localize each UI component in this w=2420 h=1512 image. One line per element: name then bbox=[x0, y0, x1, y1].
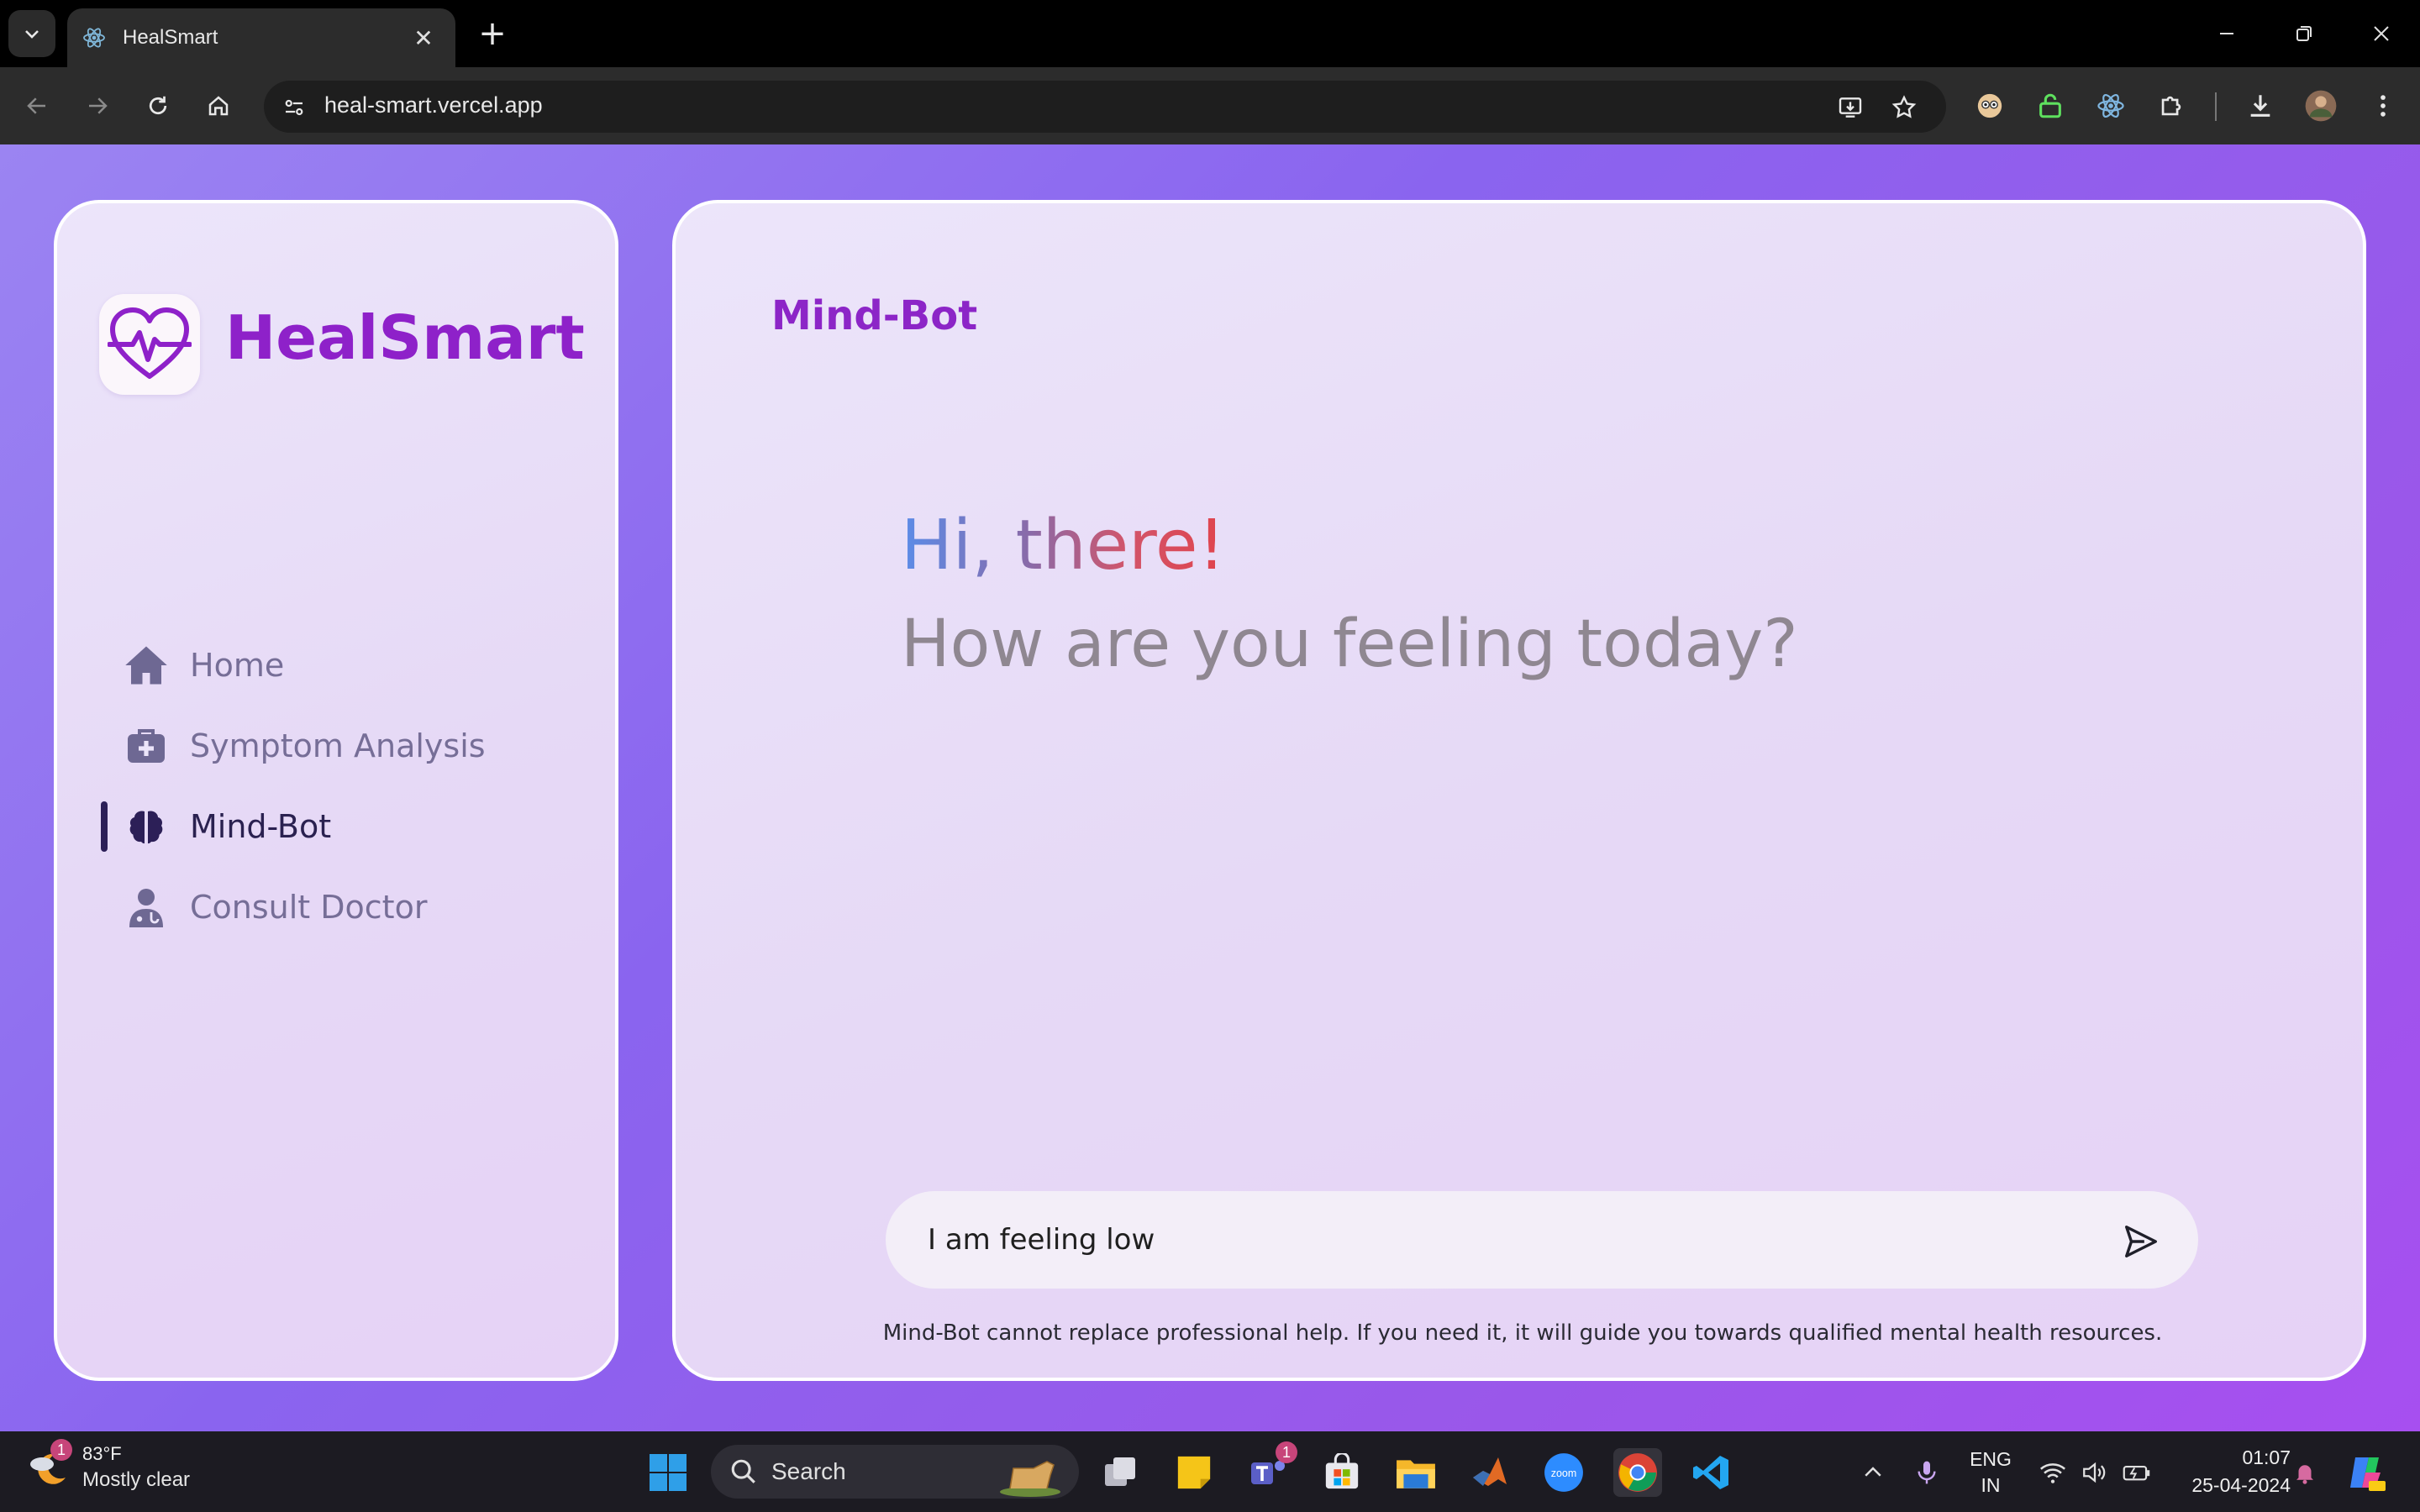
browser-tab-bar: HealSmart ✕ + bbox=[0, 0, 2420, 67]
home-button[interactable] bbox=[198, 86, 239, 126]
active-indicator bbox=[101, 801, 108, 852]
microphone-icon[interactable] bbox=[1902, 1448, 1951, 1497]
weather-widget[interactable]: 1 83°F Mostly clear bbox=[25, 1439, 191, 1492]
reload-icon bbox=[149, 96, 167, 115]
clock[interactable]: 01:07 25-04-2024 bbox=[2165, 1446, 2291, 1497]
arrow-right-icon bbox=[89, 97, 108, 114]
language-line2: IN bbox=[1981, 1474, 2001, 1496]
arrow-left-icon bbox=[27, 97, 45, 114]
page-title: Mind-Bot bbox=[771, 292, 978, 339]
medkit-icon bbox=[123, 722, 170, 769]
teams-badge: 1 bbox=[1276, 1441, 1297, 1463]
clock-date: 25-04-2024 bbox=[2191, 1474, 2291, 1496]
restore-icon bbox=[2296, 26, 2312, 41]
sidebar: HealSmart Home Symptom Analysis Mind-Bot bbox=[54, 200, 618, 1381]
notification-bell-icon[interactable] bbox=[2281, 1448, 2329, 1497]
battery-icon[interactable] bbox=[2112, 1448, 2161, 1497]
show-hidden-icons-icon[interactable] bbox=[1849, 1448, 1897, 1497]
zoom-icon[interactable]: zoom bbox=[1539, 1448, 1588, 1497]
taskbar: 1 83°F Mostly clear Search 1 zoom ENG IN… bbox=[0, 1431, 2420, 1512]
url-text[interactable]: heal-smart.vercel.app bbox=[324, 92, 543, 118]
bookmark-star-icon[interactable] bbox=[1887, 91, 1921, 124]
dog-illustration-icon bbox=[1000, 1461, 1060, 1497]
nav-item-home[interactable]: Home bbox=[101, 633, 571, 697]
nav-label: Symptom Analysis bbox=[190, 727, 486, 764]
tab-search-button[interactable] bbox=[8, 10, 55, 57]
matlab-icon[interactable] bbox=[1465, 1448, 1514, 1497]
weather-condition: Mostly clear bbox=[82, 1468, 191, 1491]
minimize-icon bbox=[2220, 33, 2233, 34]
nav-label: Mind-Bot bbox=[190, 808, 332, 845]
logo[interactable] bbox=[99, 294, 200, 395]
language-indicator[interactable]: ENG IN bbox=[1961, 1448, 2020, 1497]
teams-icon[interactable]: 1 bbox=[1244, 1441, 1297, 1497]
send-icon bbox=[2125, 1226, 2157, 1257]
windows-logo-icon bbox=[650, 1454, 687, 1491]
chat-panel: Mind-Bot Hi, there! How are you feeling … bbox=[672, 200, 2366, 1381]
weather-temp: 83°F bbox=[82, 1443, 122, 1464]
brand-name: HealSmart bbox=[225, 302, 585, 373]
weather-icon: 1 bbox=[25, 1439, 72, 1491]
extension-react-devtools-icon[interactable] bbox=[2092, 87, 2129, 124]
tab-close-icon[interactable]: ✕ bbox=[407, 24, 440, 52]
site-settings-icon[interactable] bbox=[277, 91, 311, 124]
forward-button[interactable] bbox=[77, 86, 118, 126]
extension-lock-icon[interactable] bbox=[2032, 87, 2069, 124]
close-window-button[interactable] bbox=[2343, 0, 2420, 67]
start-button[interactable] bbox=[644, 1448, 692, 1497]
sticky-notes-icon[interactable] bbox=[1170, 1448, 1218, 1497]
search-icon bbox=[731, 1459, 755, 1483]
nav-label: Consult Doctor bbox=[190, 889, 428, 926]
toolbar-divider bbox=[2215, 92, 2217, 121]
file-explorer-icon[interactable] bbox=[1392, 1448, 1440, 1497]
reload-button[interactable] bbox=[138, 86, 178, 126]
minimize-button[interactable] bbox=[2188, 0, 2265, 67]
nav-item-mind-bot[interactable]: Mind-Bot bbox=[101, 795, 571, 858]
close-icon bbox=[2374, 26, 2389, 41]
chevron-down-icon bbox=[25, 30, 39, 39]
extensions-puzzle-icon[interactable] bbox=[2153, 87, 2190, 124]
task-view-icon[interactable] bbox=[1096, 1448, 1144, 1497]
address-bar[interactable]: heal-smart.vercel.app bbox=[264, 81, 1946, 133]
brain-icon bbox=[123, 803, 170, 850]
disclaimer-text: Mind-Bot cannot replace professional hel… bbox=[882, 1320, 2163, 1346]
react-favicon-icon bbox=[83, 28, 105, 48]
browser-tab[interactable]: HealSmart ✕ bbox=[67, 8, 455, 67]
heartbeat-icon bbox=[108, 307, 192, 379]
profile-avatar[interactable] bbox=[2302, 87, 2339, 124]
extension-owl-icon[interactable] bbox=[1971, 87, 2008, 124]
vscode-icon[interactable] bbox=[1687, 1448, 1736, 1497]
chrome-icon[interactable] bbox=[1613, 1448, 1662, 1497]
install-app-icon[interactable] bbox=[1833, 91, 1867, 124]
browser-toolbar: heal-smart.vercel.app bbox=[0, 67, 2420, 144]
search-label: Search bbox=[771, 1458, 846, 1484]
home-icon bbox=[123, 642, 170, 689]
doctor-icon bbox=[123, 884, 170, 931]
microsoft-store-icon[interactable] bbox=[1318, 1448, 1366, 1497]
svg-text:zoom: zoom bbox=[1551, 1467, 1577, 1479]
weather-badge: 1 bbox=[50, 1439, 72, 1461]
new-tab-button[interactable]: + bbox=[472, 13, 513, 54]
nav-item-symptom-analysis[interactable]: Symptom Analysis bbox=[101, 714, 571, 778]
language-line1: ENG bbox=[1970, 1448, 2012, 1470]
chat-input-container bbox=[886, 1191, 2198, 1289]
greeting-heading: Hi, there! bbox=[901, 506, 1226, 585]
clock-time: 01:07 bbox=[2242, 1446, 2291, 1468]
nav-item-consult-doctor[interactable]: Consult Doctor bbox=[101, 875, 571, 939]
taskbar-search[interactable]: Search bbox=[711, 1445, 1079, 1499]
page-background: HealSmart Home Symptom Analysis Mind-Bot bbox=[0, 144, 2420, 1431]
browser-menu-icon[interactable] bbox=[2365, 87, 2402, 124]
nav-label: Home bbox=[190, 647, 285, 684]
back-button[interactable] bbox=[17, 86, 57, 126]
restore-button[interactable] bbox=[2265, 0, 2343, 67]
chat-input[interactable] bbox=[928, 1215, 2070, 1265]
copilot-icon[interactable] bbox=[2341, 1448, 2390, 1497]
downloads-icon[interactable] bbox=[2242, 87, 2279, 124]
home-outline-icon bbox=[208, 96, 229, 116]
send-button[interactable] bbox=[2121, 1221, 2161, 1262]
tab-title: HealSmart bbox=[123, 26, 218, 49]
greeting-question: How are you feeling today? bbox=[901, 606, 1798, 682]
